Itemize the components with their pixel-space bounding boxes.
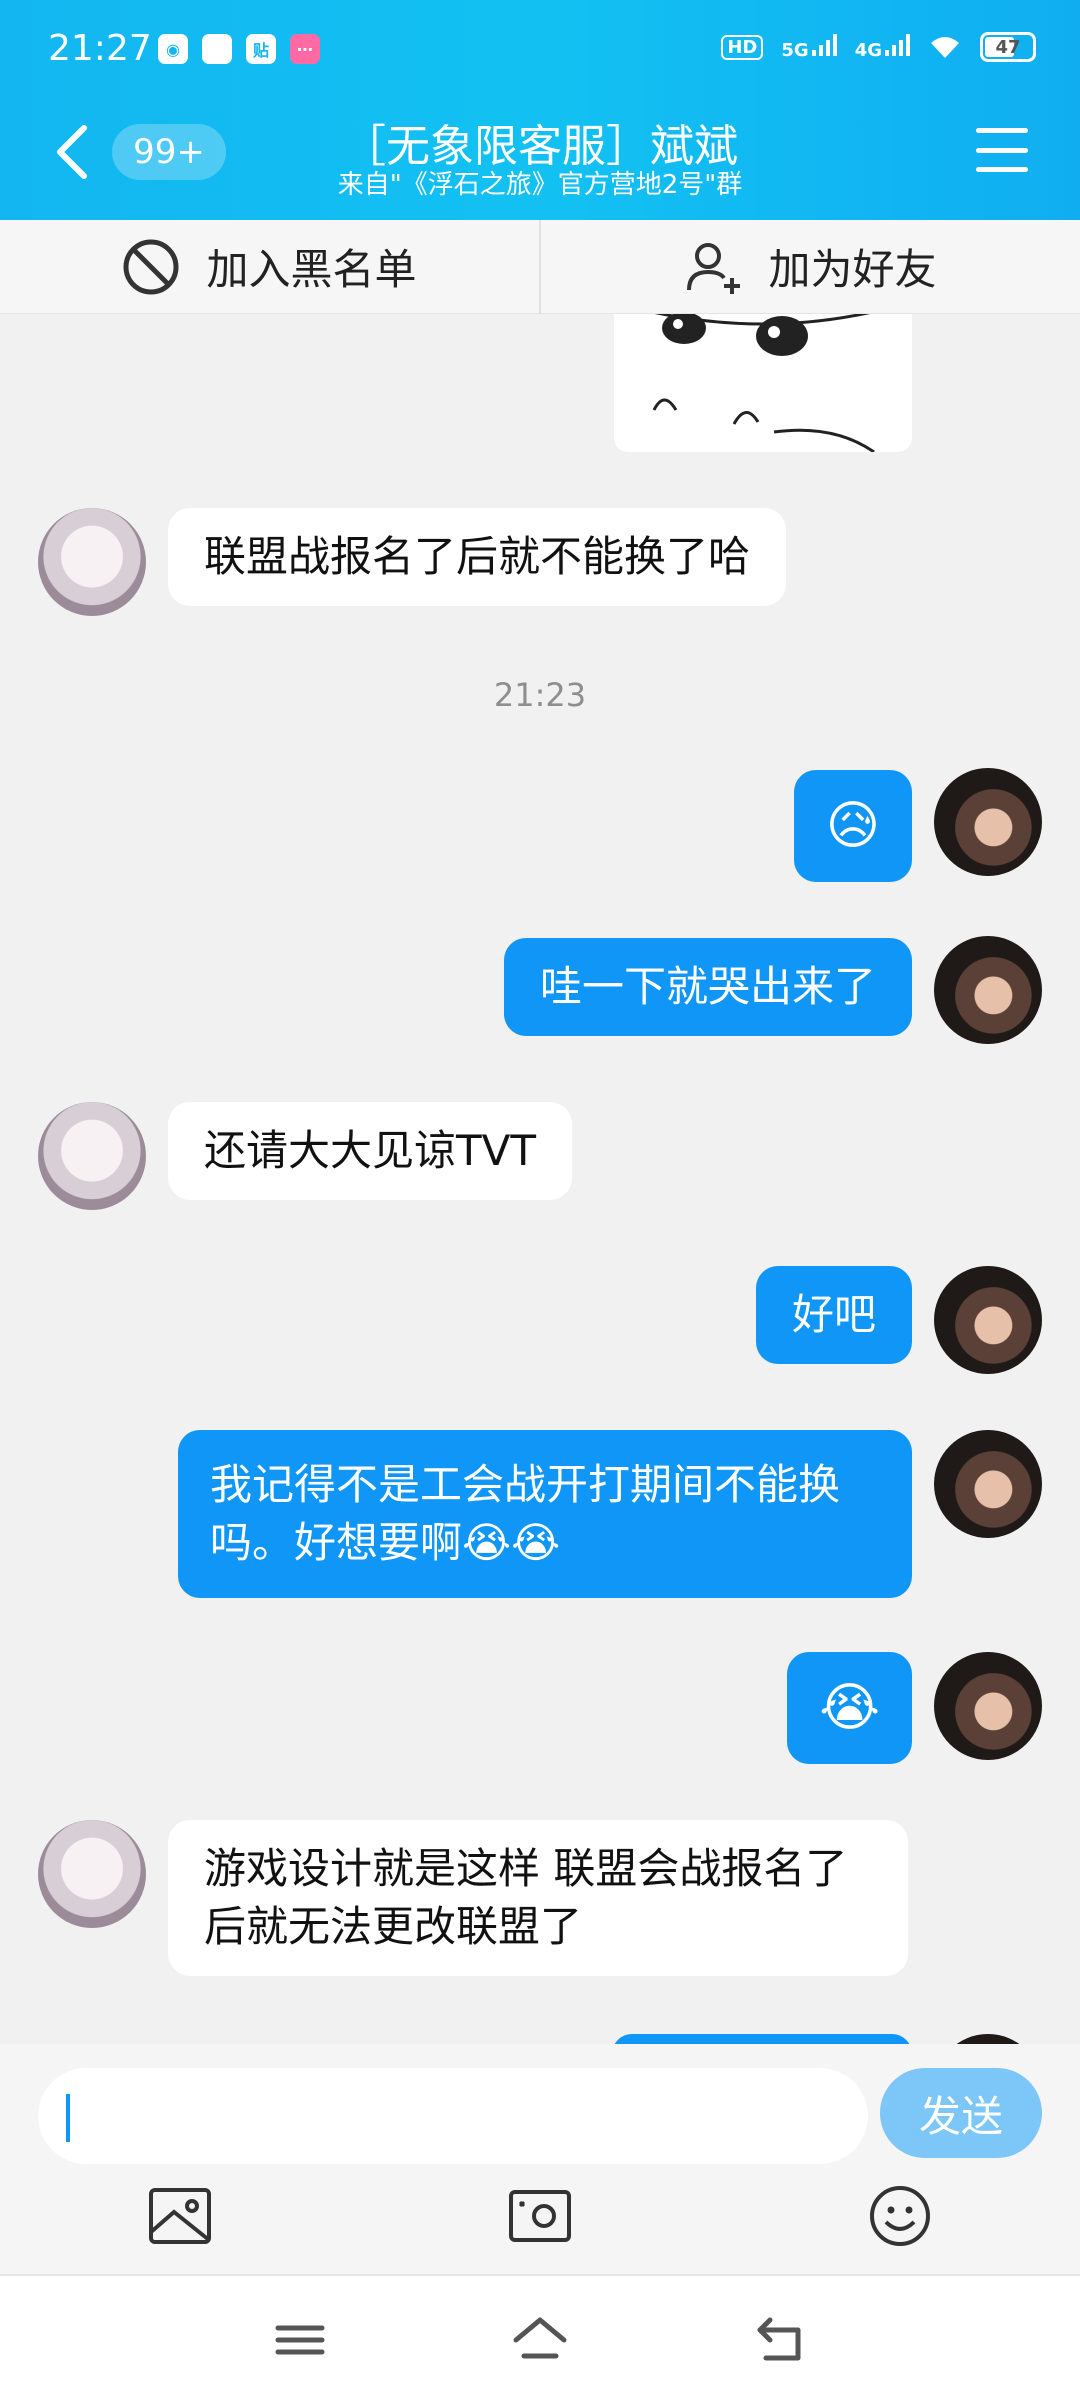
status-time: 21:27 xyxy=(48,28,152,69)
cartoon-sticker-icon xyxy=(652,314,875,452)
message-bubble[interactable]: 我记得不是工会战开打期间不能换吗。好想要啊😭😭 xyxy=(178,1430,912,1598)
block-icon xyxy=(123,239,179,294)
hd-voice-icon: HD xyxy=(721,34,764,60)
message-bubble[interactable]: 好吧 xyxy=(755,1266,912,1364)
recent-apps-icon[interactable] xyxy=(270,2310,330,2370)
chat-header: 21:27 ◉ 贴 ⋯ HD 5G 4G 47 99+ ［无象限客服］斌斌 来自… xyxy=(0,0,1080,220)
app-notification-icon: ◉ xyxy=(158,34,188,64)
message-bubble[interactable]: 哇一下就哭出来了 xyxy=(503,938,912,1036)
emoji-icon[interactable] xyxy=(866,2182,934,2250)
my-avatar[interactable] xyxy=(934,768,1042,876)
chat-subtitle: 来自"《浮石之旅》官方营地2号"群 xyxy=(337,170,743,200)
home-icon[interactable] xyxy=(510,2310,570,2370)
action-bar: 加入黑名单 加为好友 xyxy=(0,220,1080,314)
system-nav-bar xyxy=(0,2274,1080,2400)
message-bubble[interactable]: 还请大大见谅TVT xyxy=(168,1102,573,1200)
add-friend-label: 加为好友 xyxy=(768,245,937,294)
battery-level: 47 xyxy=(995,36,1021,58)
battery-icon: 47 xyxy=(980,32,1036,62)
message-bubble[interactable]: 游戏设计就是这样 联盟会战报名了后就无法更改联盟了 xyxy=(168,1820,908,1976)
cs-avatar[interactable] xyxy=(38,1820,146,1928)
square-notification-icon xyxy=(202,34,232,64)
signal-4g-icon: 4G xyxy=(854,33,910,61)
wifi-icon xyxy=(931,37,959,58)
message-bubble[interactable]: 联盟战报名了后就不能换了哈 xyxy=(168,508,787,606)
camera-icon[interactable] xyxy=(506,2182,574,2250)
back-nav-icon[interactable] xyxy=(752,2310,812,2370)
my-avatar[interactable] xyxy=(934,1266,1042,1374)
status-indicators: HD 5G 4G 47 xyxy=(721,32,1036,62)
my-avatar[interactable] xyxy=(934,1430,1042,1538)
notification-icons: ◉ 贴 ⋯ xyxy=(158,34,320,64)
my-avatar[interactable] xyxy=(934,2034,1042,2044)
add-user-icon xyxy=(687,242,741,294)
menu-icon[interactable] xyxy=(976,128,1028,172)
message-bubble[interactable]: 😥 xyxy=(793,770,912,882)
tieba-notification-icon: 贴 xyxy=(246,34,276,64)
sticker-image[interactable] xyxy=(614,314,912,452)
message-input[interactable] xyxy=(38,2068,868,2164)
input-area: 发送 xyxy=(0,2044,1080,2274)
send-button[interactable]: 发送 xyxy=(880,2068,1042,2158)
text-caret xyxy=(66,2094,70,2142)
message-bubble-partial[interactable] xyxy=(612,2034,912,2044)
signal-4g-label: 4G xyxy=(854,39,882,61)
cs-avatar[interactable] xyxy=(38,1102,146,1210)
signal-5g-icon: 5G xyxy=(781,33,837,61)
lofter-notification-icon: ⋯ xyxy=(290,34,320,64)
blacklist-label: 加入黑名单 xyxy=(206,245,417,294)
message-bubble[interactable]: 😭 xyxy=(787,1652,912,1764)
image-picker-icon[interactable] xyxy=(146,2182,214,2250)
message-list[interactable]: 联盟战报名了后就不能换了哈 21:23 😥 哇一下就哭出来了 还请大大见谅TVT… xyxy=(0,314,1080,2044)
message-timestamp: 21:23 xyxy=(493,676,587,714)
my-avatar[interactable] xyxy=(934,936,1042,1044)
blacklist-button[interactable]: 加入黑名单 xyxy=(0,220,539,313)
cs-avatar[interactable] xyxy=(38,508,146,616)
my-avatar[interactable] xyxy=(934,1652,1042,1760)
signal-5g-label: 5G xyxy=(781,39,809,61)
add-friend-button[interactable]: 加为好友 xyxy=(539,220,1080,313)
